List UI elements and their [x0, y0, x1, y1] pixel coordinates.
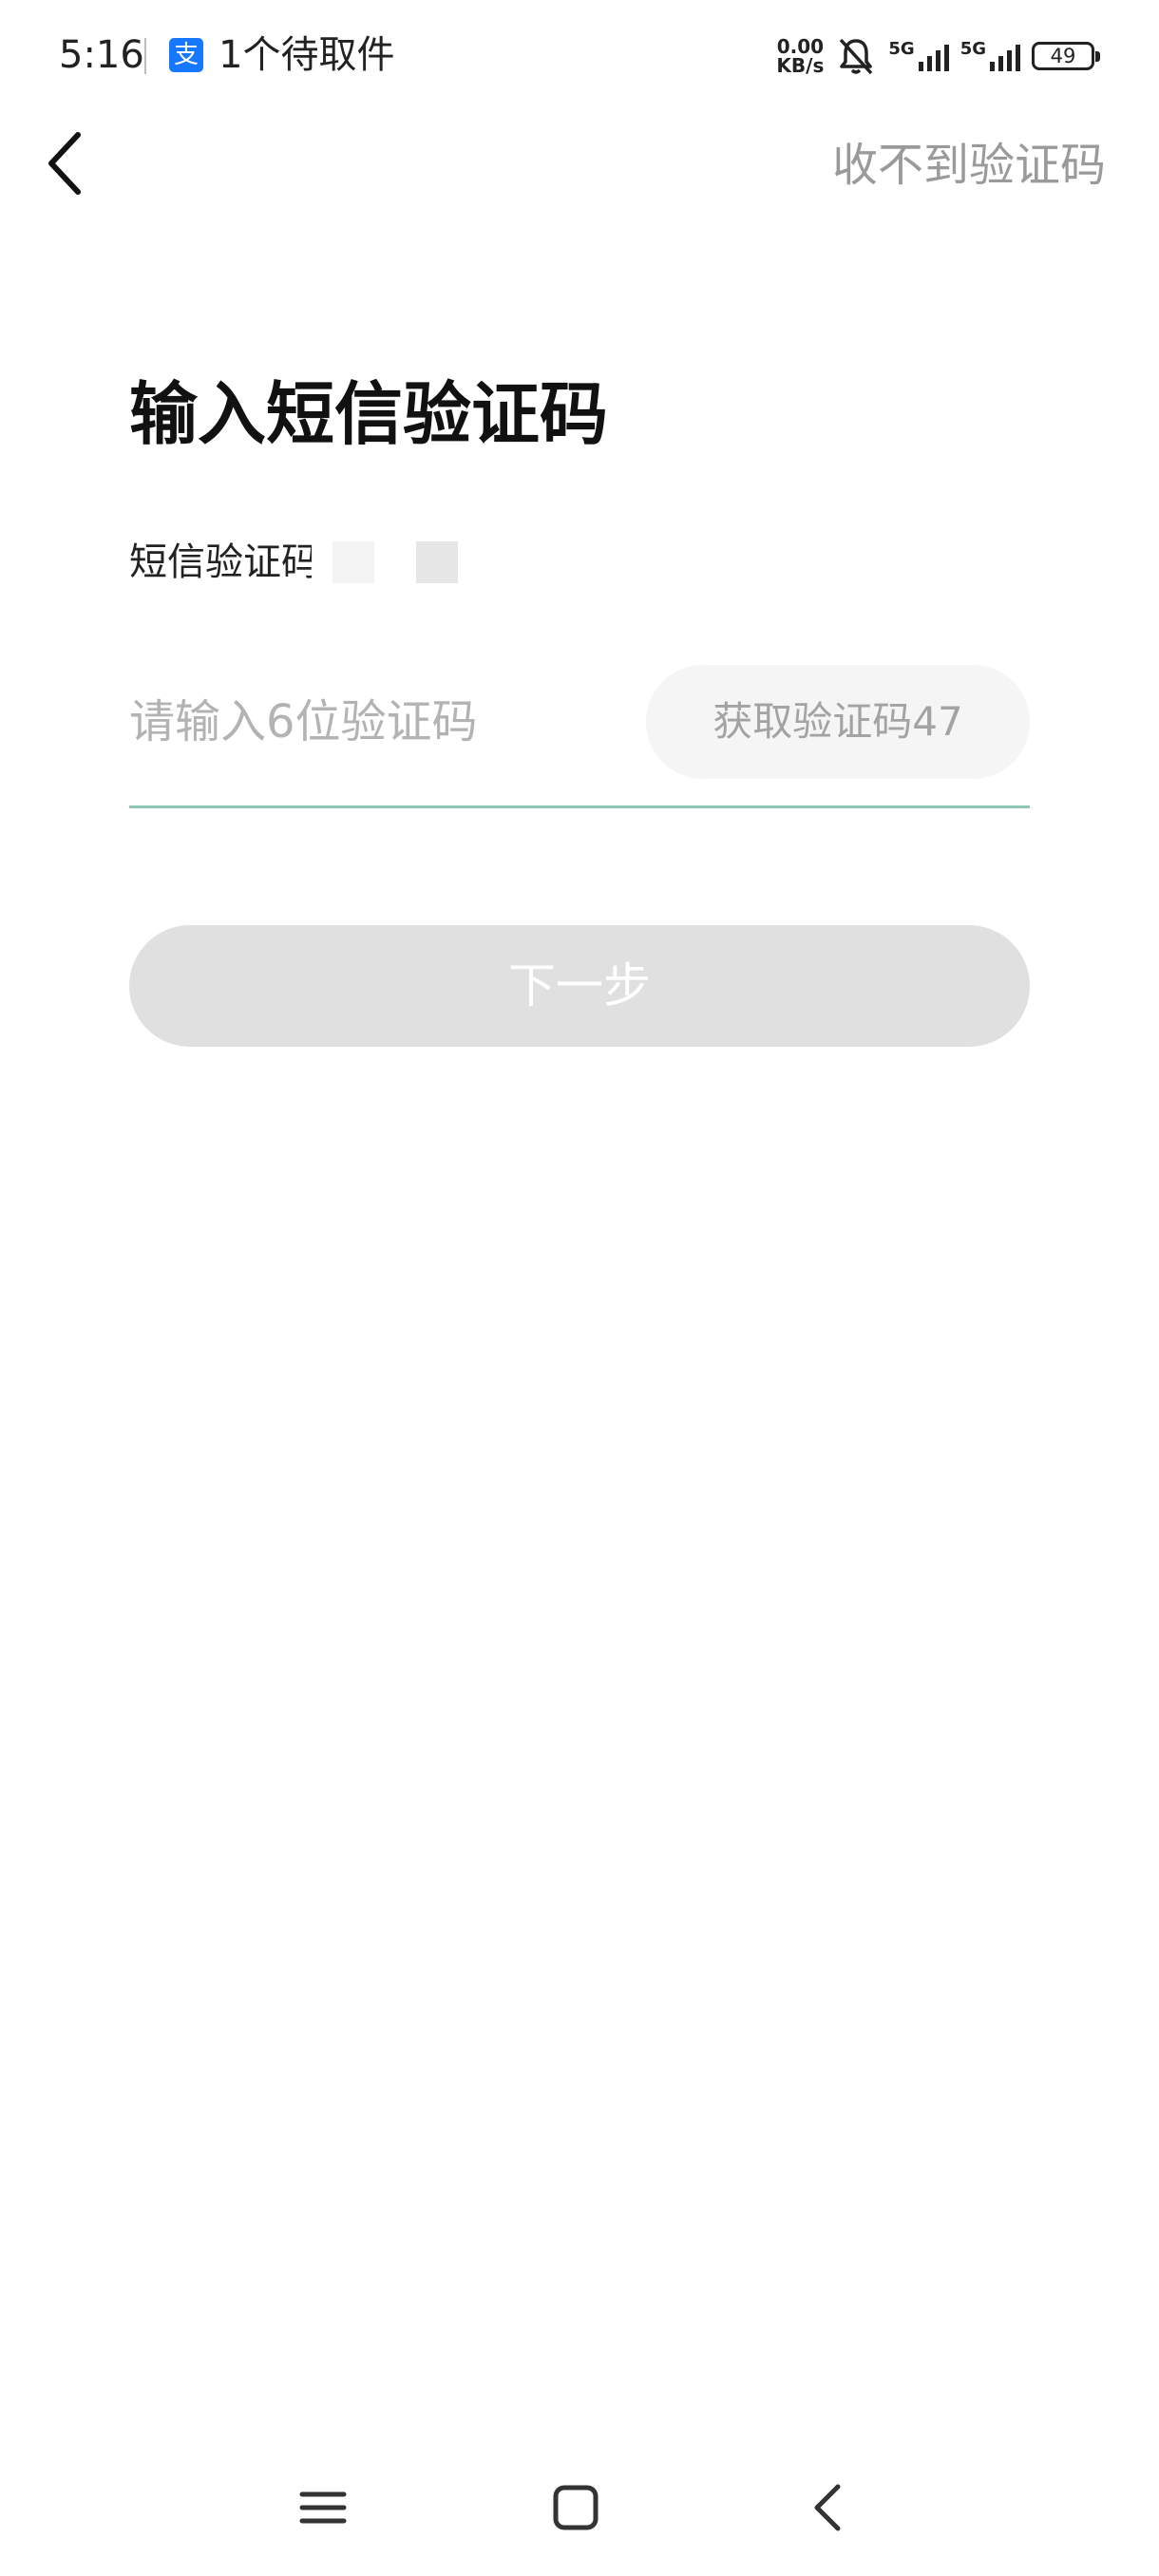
- net-speed-unit: KB/s: [776, 54, 825, 77]
- signal-label-1: 5G: [888, 39, 915, 59]
- chevron-left-icon: [48, 132, 81, 195]
- back-button[interactable]: [42, 123, 99, 199]
- cant-receive-code-link[interactable]: 收不到验证码: [832, 135, 1106, 196]
- signal-icon: 5G: [888, 39, 949, 71]
- home-icon: [553, 2485, 598, 2530]
- get-code-button[interactable]: 获取验证码47: [646, 665, 1030, 779]
- back-icon: [814, 2484, 841, 2531]
- masked-phone-block: [416, 541, 458, 583]
- masked-phone-block: [332, 541, 374, 583]
- battery-icon: 49: [1032, 42, 1100, 70]
- bell-muted-icon: [840, 38, 873, 75]
- next-step-button[interactable]: 下一步: [129, 925, 1030, 1047]
- status-icons: 0.00 KB/s 5G 5G 49: [776, 32, 1100, 80]
- nav-back-button[interactable]: [781, 2460, 876, 2555]
- nav-home-button[interactable]: [528, 2460, 623, 2555]
- status-bar: 5:16 支 1个待取件 0.00 KB/s 5G 5G 49: [0, 0, 1159, 110]
- page-title: 输入短信验证码: [129, 374, 609, 454]
- status-notification: 1个待取件: [218, 33, 395, 77]
- signal-label-2: 5G: [960, 39, 986, 59]
- system-nav-bar: [0, 2451, 1159, 2565]
- status-divider: [144, 38, 146, 74]
- net-speed-value: 0.00: [776, 35, 825, 58]
- alipay-icon: 支: [169, 38, 203, 72]
- sms-subtitle: 短信验证码: [129, 534, 458, 591]
- menu-icon: [299, 2491, 347, 2524]
- signal-icon-2: 5G: [960, 41, 1020, 71]
- status-time: 5:16: [59, 33, 144, 77]
- input-underline: [129, 805, 1030, 808]
- nav-menu-button[interactable]: [276, 2460, 370, 2555]
- net-speed: 0.00 KB/s: [776, 37, 824, 75]
- verification-code-input[interactable]: [129, 665, 623, 779]
- subtitle-text: 短信验证码: [129, 540, 312, 584]
